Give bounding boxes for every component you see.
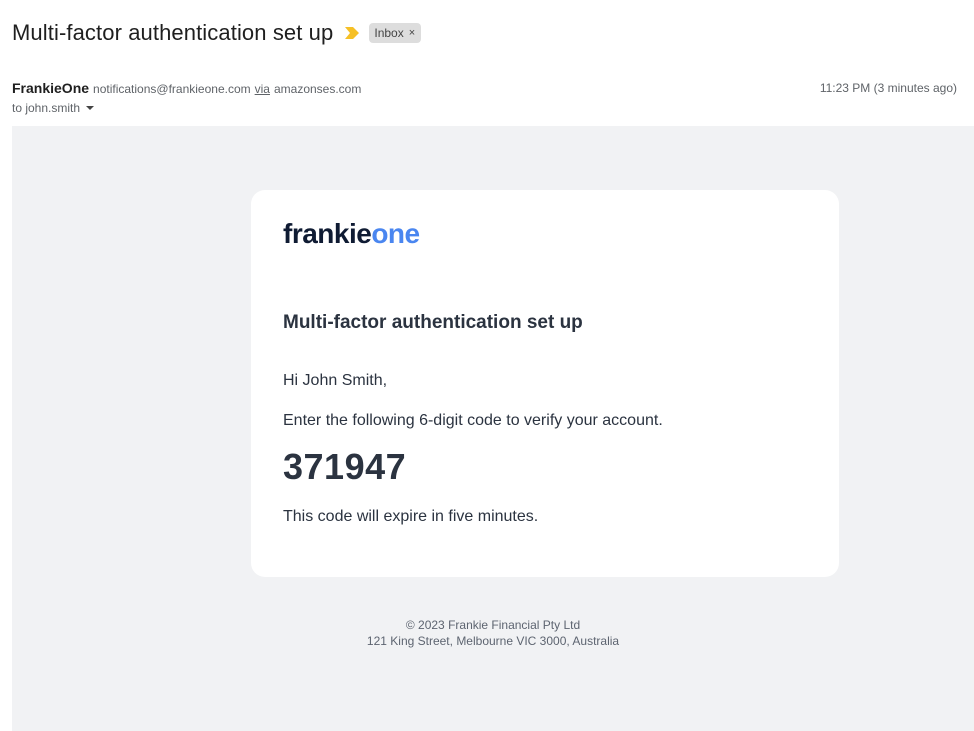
remove-label-icon[interactable]: × <box>409 27 415 39</box>
sender-row: FrankieOne notifications@frankieone.com … <box>12 80 361 96</box>
sender-email: notifications@frankieone.com <box>93 82 251 96</box>
recipient-row: to john.smith <box>12 101 95 115</box>
email-timestamp: 11:23 PM (3 minutes ago) <box>819 81 957 95</box>
footer-copyright: © 2023 Frankie Financial Pty Ltd <box>405 618 581 632</box>
recipient-text: to john.smith <box>12 101 81 115</box>
chevron-down-icon[interactable] <box>86 106 95 110</box>
via-link[interactable]: via <box>255 82 270 96</box>
subject-row: Multi-factor authentication set up Inbox… <box>12 20 422 46</box>
via-domain: amazonses.com <box>273 82 362 96</box>
inbox-label-text: Inbox <box>374 26 404 40</box>
email-greeting: Hi John Smith, <box>283 372 388 389</box>
email-body: frankieone Multi-factor authentication s… <box>12 126 974 731</box>
verification-code: 371947 <box>283 446 407 487</box>
inbox-label-chip[interactable]: Inbox × <box>369 23 422 43</box>
sender-name: FrankieOne <box>12 80 90 96</box>
importance-marker-icon[interactable] <box>345 27 360 39</box>
email-title: Multi-factor authentication set up <box>283 312 583 333</box>
logo-text-frankie: frankie <box>283 218 372 249</box>
frankieone-logo: frankieone <box>283 218 420 250</box>
logo-text-one: one <box>371 218 420 249</box>
email-footer: © 2023 Frankie Financial Pty Ltd 121 Kin… <box>12 617 974 649</box>
footer-address: 121 King Street, Melbourne VIC 3000, Aus… <box>366 634 620 648</box>
email-card: frankieone Multi-factor authentication s… <box>251 190 839 577</box>
email-instruction: Enter the following 6-digit code to veri… <box>283 412 663 429</box>
code-expiry-notice: This code will expire in five minutes. <box>283 508 539 525</box>
email-subject: Multi-factor authentication set up <box>12 20 334 45</box>
